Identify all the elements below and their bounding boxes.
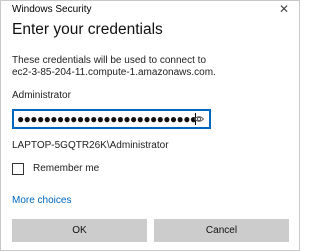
account-name: LAPTOP-5GQTR26K\Administrator xyxy=(12,140,169,151)
close-icon[interactable]: ✕ xyxy=(277,2,291,16)
username-label: Administrator xyxy=(12,90,71,101)
password-field[interactable]: ●●●●●●●●●●●●●●●●●●●●●●●●●●● xyxy=(12,109,211,129)
cancel-button[interactable]: Cancel xyxy=(154,219,289,242)
description-line: These credentials will be used to connec… xyxy=(12,55,206,66)
description-line: ec2-3-85-204-11.compute-1.amazonaws.com. xyxy=(12,67,216,78)
description: These credentials will be used to connec… xyxy=(12,55,216,79)
remember-checkbox[interactable] xyxy=(12,163,24,175)
ok-button[interactable]: OK xyxy=(12,219,147,242)
window-title: Windows Security xyxy=(12,4,92,15)
remember-label[interactable]: Remember me xyxy=(33,163,99,174)
password-value: ●●●●●●●●●●●●●●●●●●●●●●●●●●● xyxy=(17,112,197,126)
page-title: Enter your credentials xyxy=(12,21,163,38)
more-choices-link[interactable]: More choices xyxy=(12,195,71,206)
eye-icon[interactable] xyxy=(194,114,204,124)
credentials-dialog: Windows Security ✕ Enter your credential… xyxy=(0,0,300,251)
title-bar: Windows Security ✕ xyxy=(1,1,299,19)
